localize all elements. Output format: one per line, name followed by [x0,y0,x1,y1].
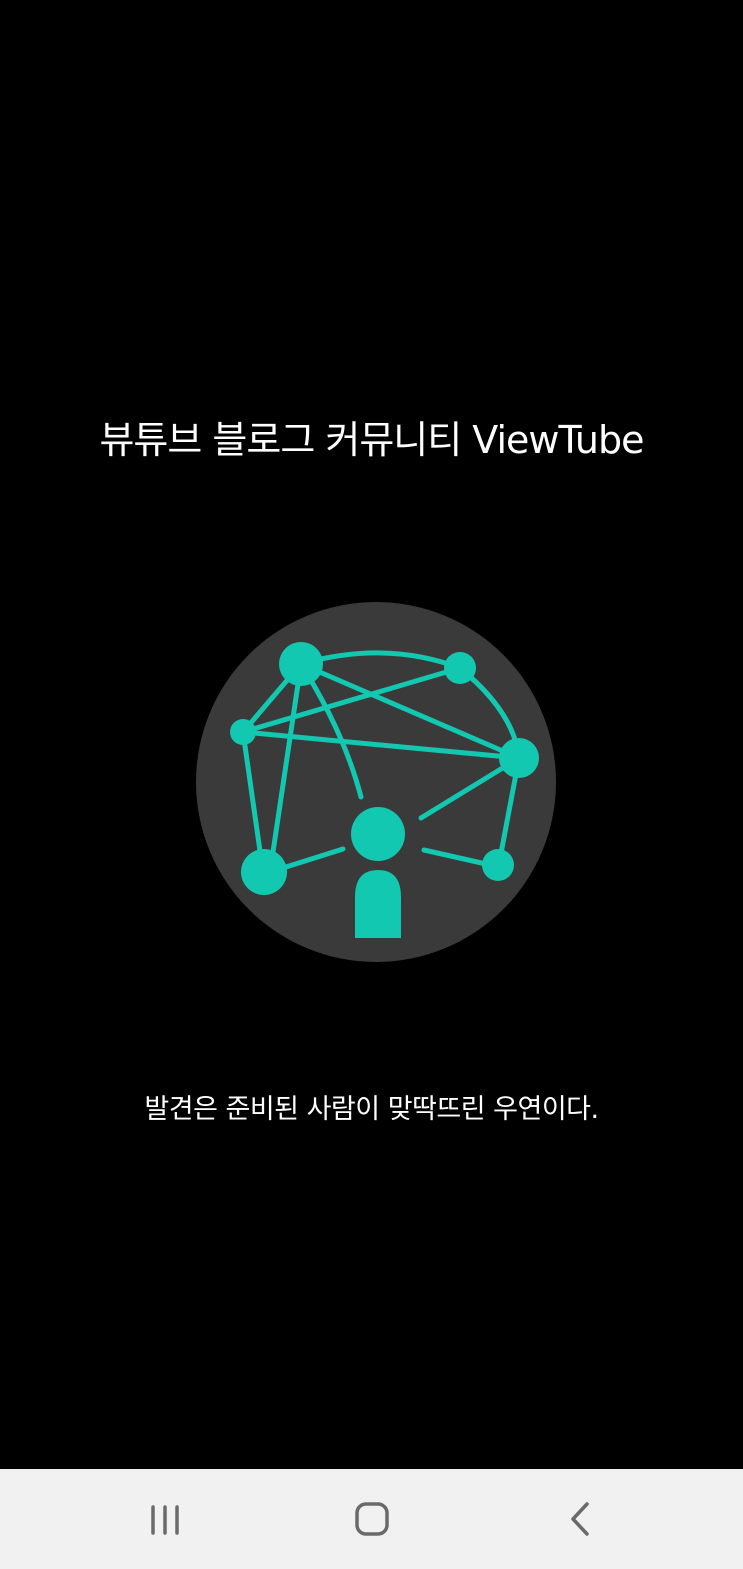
recents-icon [151,1505,179,1535]
back-button[interactable] [520,1469,640,1569]
system-navigation-bar [0,1469,743,1569]
home-button[interactable] [312,1469,432,1569]
splash-tagline: 발견은 준비된 사람이 맞딱뜨린 우연이다. [144,1094,599,1125]
app-title: 뷰튜브 블로그 커뮤니티 ViewTube [99,418,644,462]
network-person-logo-icon [196,602,556,962]
app-logo [196,602,556,962]
back-icon [571,1502,589,1536]
splash-screen: 뷰튜브 블로그 커뮤니티 ViewTube 발견은 준비된 사람이 맞딱뜨린 우… [0,0,743,1569]
recent-apps-button[interactable] [105,1469,225,1569]
home-icon [355,1502,389,1536]
